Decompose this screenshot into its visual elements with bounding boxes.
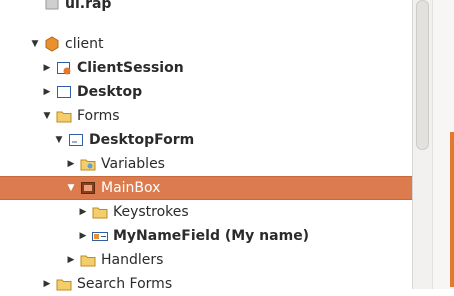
chevron-right-icon[interactable]: ▶ bbox=[42, 87, 52, 97]
bundle-icon bbox=[44, 36, 60, 52]
session-icon bbox=[56, 60, 72, 76]
tree-item-variables[interactable]: ▶ Variables bbox=[0, 152, 412, 176]
folder-icon bbox=[80, 156, 96, 172]
chevron-right-icon[interactable]: ▶ bbox=[42, 279, 52, 289]
tree-item-desktopform[interactable]: ▼ DesktopForm bbox=[0, 128, 412, 152]
tree-item-clientsession[interactable]: ▶ ClientSession bbox=[0, 56, 412, 80]
chevron-right-icon[interactable]: ▶ bbox=[66, 255, 76, 265]
folder-icon bbox=[80, 252, 96, 268]
chevron-down-icon[interactable]: ▼ bbox=[30, 39, 40, 49]
chevron-down-icon[interactable]: ▼ bbox=[54, 135, 64, 145]
chevron-right-icon[interactable]: ▶ bbox=[78, 207, 88, 217]
editor-accent-bar bbox=[450, 132, 454, 287]
tree-item-label: Forms bbox=[77, 108, 120, 124]
scrollbar-thumb[interactable] bbox=[416, 0, 429, 150]
tree-item-search-forms[interactable]: ▶ Search Forms bbox=[0, 272, 412, 296]
tree-item-label: ClientSession bbox=[77, 60, 184, 76]
tree-item-label: Handlers bbox=[101, 252, 164, 268]
chevron-down-icon[interactable]: ▼ bbox=[42, 111, 52, 121]
tree-item-keystrokes[interactable]: ▶ Keystrokes bbox=[0, 200, 412, 224]
groupbox-icon bbox=[80, 180, 96, 196]
project-icon bbox=[44, 0, 60, 12]
tree-item-desktop[interactable]: ▶ Desktop bbox=[0, 80, 412, 104]
desktop-icon bbox=[56, 84, 72, 100]
tree-item-label: Variables bbox=[101, 156, 165, 172]
project-tree: ui.rap ▼ client ▶ ClientSession ▶ Deskto… bbox=[0, 0, 412, 292]
tree-item-label: Keystrokes bbox=[113, 204, 189, 220]
chevron-right-icon[interactable]: ▶ bbox=[66, 159, 76, 169]
folder-icon bbox=[56, 108, 72, 124]
stringfield-icon bbox=[92, 228, 108, 244]
tree-item-label: ui.rap bbox=[65, 0, 112, 12]
tree-item-label: Desktop bbox=[77, 84, 143, 100]
tree-item-mynamefield[interactable]: ▶ MyNameField (My name) bbox=[0, 224, 412, 248]
tree-item-label: DesktopForm bbox=[89, 132, 195, 148]
folder-icon bbox=[92, 204, 108, 220]
tree-item-handlers[interactable]: ▶ Handlers bbox=[0, 248, 412, 272]
tree-item-ui-rap[interactable]: ui.rap bbox=[0, 0, 412, 16]
form-icon bbox=[68, 132, 84, 148]
tree-item-client[interactable]: ▼ client bbox=[0, 32, 412, 56]
tree-item-forms[interactable]: ▼ Forms bbox=[0, 104, 412, 128]
tree-item-label: MyNameField (My name) bbox=[113, 228, 310, 244]
chevron-down-icon[interactable]: ▼ bbox=[66, 183, 76, 193]
chevron-right-icon[interactable]: ▶ bbox=[78, 231, 88, 241]
chevron-right-icon[interactable]: ▶ bbox=[42, 63, 52, 73]
tree-item-mainbox[interactable]: ▼ MainBox bbox=[0, 176, 412, 200]
vertical-scrollbar[interactable] bbox=[412, 0, 432, 289]
tree-item-label: client bbox=[65, 36, 104, 52]
folder-icon bbox=[56, 276, 72, 292]
tree-item-label: Search Forms bbox=[77, 276, 173, 292]
tree-item-label: MainBox bbox=[101, 180, 161, 196]
